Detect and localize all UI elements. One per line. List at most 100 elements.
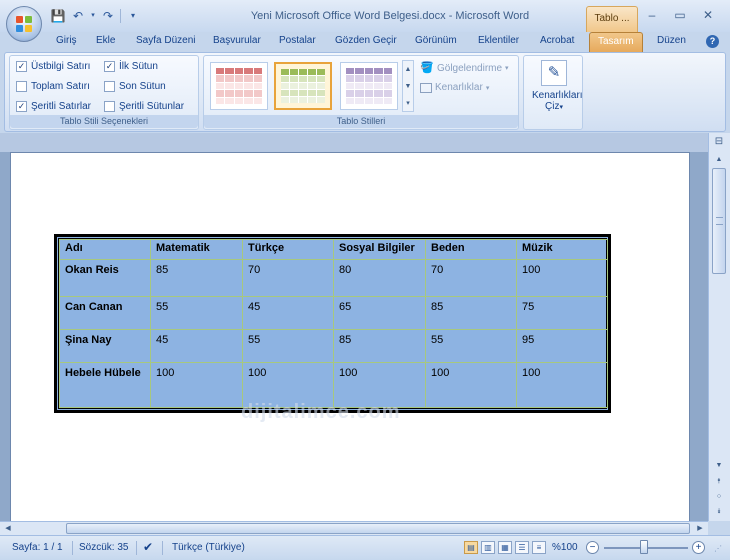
zoom-level[interactable]: %100 bbox=[552, 542, 578, 553]
full-screen-reading-icon[interactable]: ▥ bbox=[481, 541, 495, 554]
draw-borders-button[interactable]: ✎ Kenarlıkları Çiz▾ bbox=[532, 60, 583, 113]
table-cell[interactable]: Hebele Hübele bbox=[59, 362, 151, 408]
checkbox-header-row[interactable]: ✓ Üstbilgi Satırı bbox=[16, 61, 90, 72]
vertical-scrollbar[interactable]: ⊟ ▲ ▼ ⯭ ○ ⯯ bbox=[708, 133, 730, 521]
next-page-icon[interactable]: ⯯ bbox=[712, 505, 726, 519]
header-cell-name[interactable]: Adı bbox=[59, 239, 151, 260]
checkbox-last-column[interactable]: Son Sütun bbox=[104, 81, 166, 92]
checkbox-box[interactable]: ✓ bbox=[16, 61, 27, 72]
header-cell-social[interactable]: Sosyal Bilgiler bbox=[333, 239, 426, 260]
document-page[interactable]: Adı Matematik Türkçe Sosyal Bilgiler Bed… bbox=[10, 152, 690, 521]
tab-layout[interactable]: Düzen bbox=[657, 35, 686, 46]
grades-table[interactable]: Adı Matematik Türkçe Sosyal Bilgiler Bed… bbox=[54, 234, 611, 413]
status-page[interactable]: Sayfa: 1 / 1 bbox=[12, 542, 63, 553]
table-cell[interactable]: 70 bbox=[242, 259, 334, 297]
table-cell[interactable]: 75 bbox=[516, 296, 608, 330]
table-style-purple[interactable] bbox=[340, 62, 398, 110]
tab-mailings[interactable]: Postalar bbox=[279, 35, 316, 46]
select-browse-object-icon[interactable]: ○ bbox=[712, 490, 726, 504]
table-cell[interactable]: 100 bbox=[150, 362, 243, 408]
tab-design[interactable]: Tasarım bbox=[589, 32, 643, 53]
tab-acrobat[interactable]: Acrobat bbox=[540, 35, 574, 46]
table-cell[interactable]: Can Canan bbox=[59, 296, 151, 330]
outline-view-icon[interactable]: ☰ bbox=[515, 541, 529, 554]
table-cell[interactable]: 95 bbox=[516, 329, 608, 363]
resize-grip-icon[interactable]: ⋰ bbox=[714, 544, 722, 553]
horizontal-scrollbar[interactable]: ◀ ▶ bbox=[0, 521, 708, 535]
borders-button[interactable]: Kenarlıklar ▾ bbox=[420, 82, 489, 93]
table-cell[interactable]: 100 bbox=[516, 362, 608, 408]
table-cell[interactable]: 70 bbox=[425, 259, 517, 297]
checkbox-total-row[interactable]: Toplam Satırı bbox=[16, 81, 90, 92]
ruler-toggle-icon[interactable]: ⊟ bbox=[712, 135, 726, 149]
table-cell[interactable]: 45 bbox=[242, 296, 334, 330]
maximize-button[interactable]: ▭ bbox=[666, 6, 694, 24]
table-cell[interactable]: Okan Reis bbox=[59, 259, 151, 297]
table-cell[interactable]: 55 bbox=[425, 329, 517, 363]
gallery-more-icon[interactable]: ▾ bbox=[403, 95, 413, 112]
help-icon[interactable]: ? bbox=[706, 35, 719, 48]
checkbox-box[interactable]: ✓ bbox=[16, 101, 27, 112]
redo-icon[interactable]: ↷ bbox=[100, 9, 116, 23]
spelling-check-icon[interactable]: ✔ bbox=[143, 540, 153, 554]
checkbox-box[interactable] bbox=[104, 81, 115, 92]
save-icon[interactable]: 💾 bbox=[50, 9, 66, 23]
grades-table-grid[interactable]: Adı Matematik Türkçe Sosyal Bilgiler Bed… bbox=[59, 239, 608, 408]
vertical-scroll-thumb[interactable] bbox=[712, 168, 726, 274]
scroll-up-icon[interactable]: ▲ bbox=[712, 153, 726, 167]
table-style-green[interactable] bbox=[274, 62, 332, 110]
table-cell[interactable]: 85 bbox=[425, 296, 517, 330]
draft-view-icon[interactable]: ≡ bbox=[532, 541, 546, 554]
print-layout-view-icon[interactable]: ▤ bbox=[464, 541, 478, 554]
checkbox-first-column[interactable]: ✓ İlk Sütun bbox=[104, 61, 158, 72]
zoom-out-icon[interactable]: − bbox=[586, 541, 599, 554]
table-cell[interactable]: 45 bbox=[150, 329, 243, 363]
tab-references[interactable]: Başvurular bbox=[213, 35, 261, 46]
undo-icon[interactable]: ↶ bbox=[70, 9, 86, 23]
table-cell[interactable]: 85 bbox=[150, 259, 243, 297]
gallery-down-icon[interactable]: ▼ bbox=[403, 78, 413, 95]
shading-button[interactable]: 🪣 Gölgelendirme ▾ bbox=[420, 62, 508, 74]
zoom-in-icon[interactable]: + bbox=[692, 541, 705, 554]
table-cell[interactable]: 80 bbox=[333, 259, 426, 297]
gallery-up-icon[interactable]: ▲ bbox=[403, 61, 413, 78]
scroll-down-icon[interactable]: ▼ bbox=[712, 459, 726, 473]
header-cell-pe[interactable]: Beden bbox=[425, 239, 517, 260]
office-button[interactable] bbox=[6, 6, 42, 42]
zoom-slider-thumb[interactable] bbox=[640, 540, 648, 554]
table-cell[interactable]: 100 bbox=[425, 362, 517, 408]
tab-page-layout[interactable]: Sayfa Düzeni bbox=[136, 35, 195, 46]
gallery-scrollbar[interactable]: ▲ ▼ ▾ bbox=[402, 60, 414, 112]
checkbox-box[interactable]: ✓ bbox=[104, 61, 115, 72]
close-button[interactable]: ✕ bbox=[694, 6, 722, 24]
table-cell[interactable]: 55 bbox=[150, 296, 243, 330]
tab-insert[interactable]: Ekle bbox=[96, 35, 115, 46]
table-style-red[interactable] bbox=[210, 62, 268, 110]
table-cell[interactable]: 55 bbox=[242, 329, 334, 363]
status-word-count[interactable]: Sözcük: 35 bbox=[79, 542, 128, 553]
checkbox-box[interactable] bbox=[16, 81, 27, 92]
web-layout-view-icon[interactable]: ▦ bbox=[498, 541, 512, 554]
table-cell[interactable]: 85 bbox=[333, 329, 426, 363]
status-language[interactable]: Türkçe (Türkiye) bbox=[172, 542, 245, 553]
previous-page-icon[interactable]: ⯭ bbox=[712, 475, 726, 489]
scroll-right-icon[interactable]: ▶ bbox=[694, 522, 706, 535]
scroll-left-icon[interactable]: ◀ bbox=[2, 522, 14, 535]
table-cell[interactable]: 65 bbox=[333, 296, 426, 330]
checkbox-banded-rows[interactable]: ✓ Şeritli Satırlar bbox=[16, 101, 91, 112]
table-cell[interactable]: 100 bbox=[516, 259, 608, 297]
customize-qat-icon[interactable]: ▾ bbox=[125, 9, 141, 23]
horizontal-scroll-thumb[interactable] bbox=[66, 523, 690, 534]
minimize-button[interactable]: – bbox=[638, 6, 666, 24]
tab-add-ins[interactable]: Eklentiler bbox=[478, 35, 519, 46]
header-cell-turkish[interactable]: Türkçe bbox=[242, 239, 334, 260]
tab-home[interactable]: Giriş bbox=[56, 35, 77, 46]
header-cell-math[interactable]: Matematik bbox=[150, 239, 243, 260]
tab-review[interactable]: Gözden Geçir bbox=[335, 35, 397, 46]
header-cell-music[interactable]: Müzik bbox=[516, 239, 608, 260]
undo-dropdown-icon[interactable]: ▾ bbox=[90, 9, 96, 23]
tab-view[interactable]: Görünüm bbox=[415, 35, 457, 46]
checkbox-banded-columns[interactable]: Şeritli Sütunlar bbox=[104, 101, 184, 112]
checkbox-box[interactable] bbox=[104, 101, 115, 112]
table-cell[interactable]: Şina Nay bbox=[59, 329, 151, 363]
